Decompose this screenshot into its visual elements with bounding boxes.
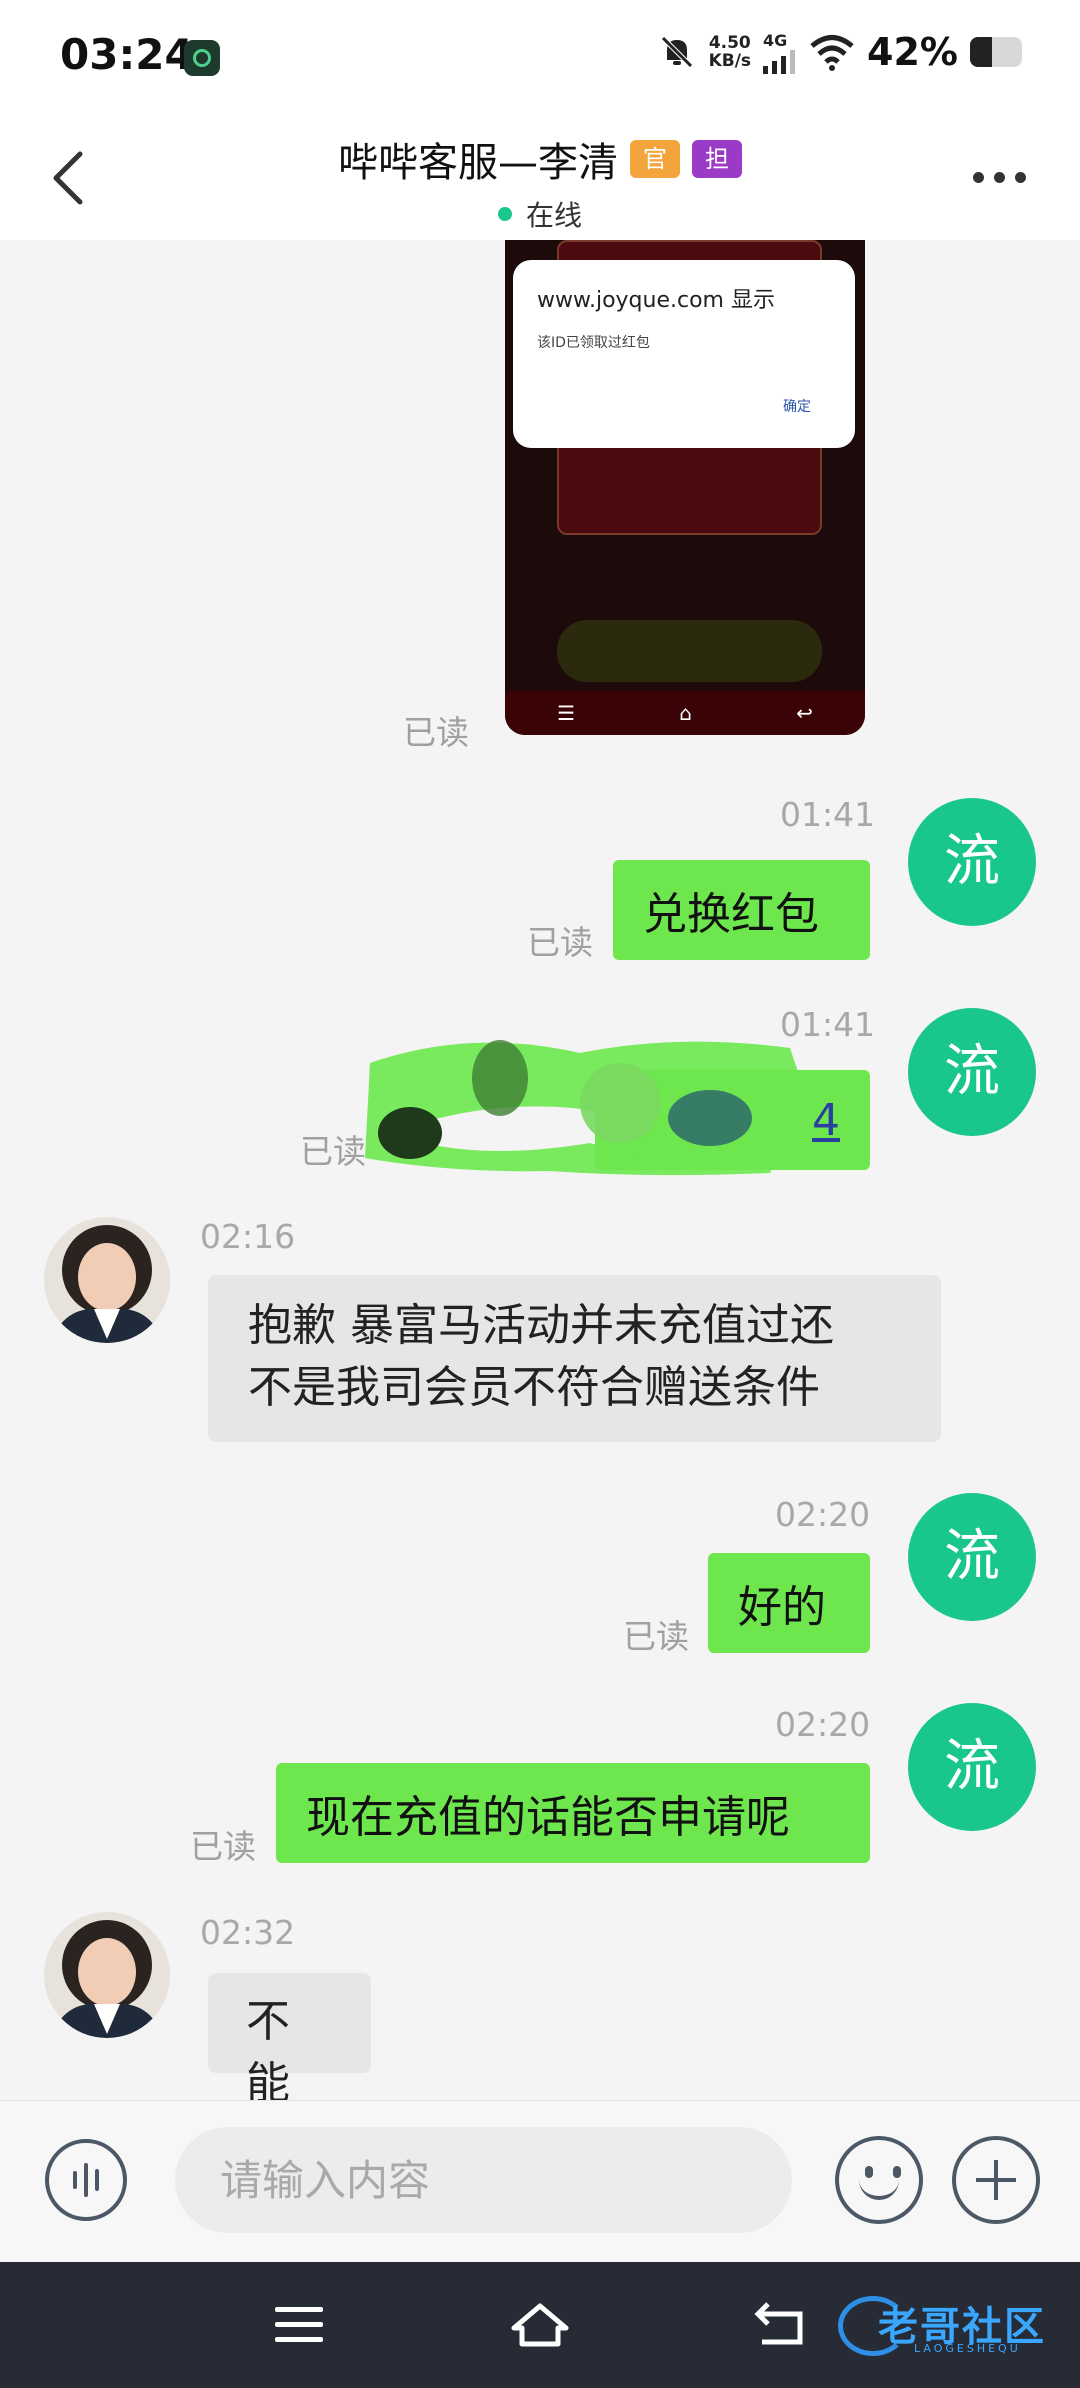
message-input[interactable] [175, 2127, 792, 2233]
read-receipt: 已读 [623, 1617, 689, 1656]
avatar-face [78, 1938, 136, 2006]
net-speed-value: 4.50 [708, 33, 751, 53]
back-icon[interactable] [752, 2302, 808, 2348]
chat-title: 哔哔客服—李清 [338, 140, 618, 186]
image-dialog-title: www.joyque.com 显示 [537, 288, 775, 313]
official-badge: 官 [630, 140, 680, 178]
agent-message-line: 抱歉 暴富马活动并未充值过还 [248, 1300, 834, 1351]
online-status: 在线 [0, 194, 1080, 234]
voice-bar-icon [95, 2169, 99, 2191]
attach-plus-button[interactable] [952, 2136, 1040, 2224]
agent-message-bubble[interactable]: 抱歉 暴富马活动并未充值过还 不是我司会员不符合赠送条件 [208, 1275, 941, 1442]
chat-header: 哔哔客服—李清 官 担 在线 [0, 110, 1080, 240]
more-dot-icon [994, 172, 1005, 183]
watermark-subtext: LAOGESHEQU [914, 2342, 1021, 2355]
online-status-text: 在线 [525, 199, 582, 232]
battery-icon [970, 37, 1022, 67]
cell-signal-icon [763, 49, 796, 74]
avatar-face [78, 1243, 136, 1311]
more-dot-icon [973, 172, 984, 183]
voice-bar-icon [84, 2163, 88, 2197]
network-type: 4G [763, 30, 788, 50]
battery-percent: 42% [867, 30, 958, 74]
agent-message-bubble[interactable]: 不能 [208, 1973, 371, 2109]
mute-bell-icon [660, 36, 693, 68]
menu-line [275, 2307, 323, 2312]
image-dialog-ok: 确定 [783, 399, 811, 415]
read-receipt: 已读 [190, 1827, 256, 1866]
net-speed-unit: KB/s [708, 51, 752, 71]
message-time: 02:16 [200, 1217, 296, 1256]
image-back-icon: ↩ [796, 701, 813, 725]
battery-fill [970, 37, 992, 67]
my-avatar[interactable]: 流 [908, 1008, 1036, 1136]
my-message-bubble[interactable]: 现在充值的话能否申请呢 [276, 1763, 870, 1863]
emoji-eye-icon [865, 2166, 873, 2178]
my-avatar[interactable]: 流 [908, 798, 1036, 926]
voice-input-button[interactable] [45, 2139, 127, 2221]
read-receipt: 已读 [403, 713, 469, 752]
image-dialog-message: 该ID已领取过红包 [537, 335, 650, 351]
my-avatar[interactable]: 流 [908, 1703, 1036, 1831]
menu-icon[interactable] [275, 2307, 323, 2343]
guarantee-badge: 担 [692, 140, 742, 178]
notification-app-icon [184, 40, 220, 76]
message-time: 02:20 [775, 1705, 871, 1744]
wifi-icon [810, 35, 854, 71]
image-menu-icon: ☰ [557, 701, 576, 725]
image-nav-bar: ☰ ⌂ ↩ [505, 691, 865, 735]
image-home-icon: ⌂ [679, 701, 692, 725]
online-dot-icon [497, 207, 512, 221]
image-button-shape [557, 620, 822, 682]
image-alert-dialog: www.joyque.com 显示 该ID已领取过红包 确定 [513, 260, 855, 448]
status-bar: 03:24 4.50 KB/s 4G 42% [0, 0, 1080, 110]
chat-message-list[interactable]: www.joyque.com 显示 该ID已领取过红包 确定 ☰ ⌂ ↩ 已读 … [0, 240, 1080, 2109]
status-indicators: 4.50 KB/s 4G 42% [657, 30, 1022, 74]
emoji-eye-icon [893, 2166, 901, 2178]
menu-line [275, 2322, 323, 2327]
agent-message-line: 不是我司会员不符合赠送条件 [248, 1362, 820, 1413]
read-receipt: 已读 [527, 923, 593, 962]
message-input-bar [0, 2100, 1080, 2263]
message-time: 02:20 [775, 1495, 871, 1534]
agent-avatar[interactable] [44, 1912, 170, 2038]
status-time: 03:24 [60, 30, 194, 79]
my-avatar[interactable]: 流 [908, 1493, 1036, 1621]
system-nav-bar: 老哥社区 LAOGESHEQU [0, 2262, 1080, 2388]
message-time: 02:32 [200, 1913, 296, 1952]
message-time: 01:41 [780, 795, 876, 834]
cell-signal: 4G [763, 31, 797, 74]
agent-avatar[interactable] [44, 1217, 170, 1343]
voice-bar-icon [73, 2171, 77, 2189]
menu-line [275, 2337, 323, 2342]
more-options-button[interactable] [973, 172, 1026, 183]
home-icon[interactable] [510, 2302, 570, 2348]
more-dot-icon [1015, 172, 1026, 183]
my-message-bubble[interactable]: 好的 [708, 1553, 870, 1653]
emoji-mouth-icon [859, 2178, 899, 2200]
net-speed: 4.50 KB/s [709, 34, 751, 70]
my-message-bubble[interactable]: 兑换红包 [613, 860, 870, 960]
chat-title-area: 哔哔客服—李清 官 担 在线 [0, 130, 1080, 234]
watermark-logo: 老哥社区 LAOGESHEQU [838, 2290, 1064, 2364]
emoji-button[interactable] [835, 2136, 923, 2224]
image-message[interactable]: www.joyque.com 显示 该ID已领取过红包 确定 ☰ ⌂ ↩ [505, 240, 865, 735]
redaction-scribble [365, 1040, 805, 1176]
